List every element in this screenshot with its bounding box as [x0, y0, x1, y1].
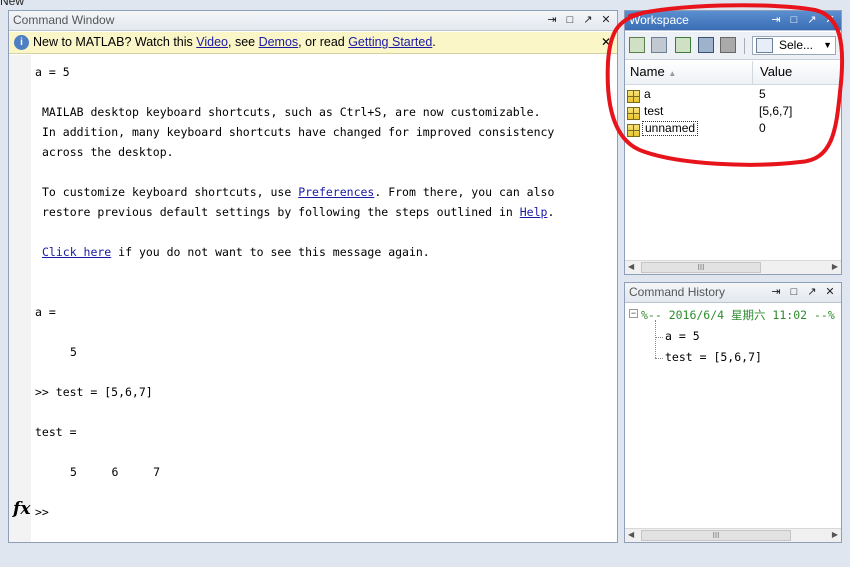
output-line: across the desktop.: [42, 145, 174, 159]
output-line: 5: [70, 345, 77, 359]
output-text: . From there, you can also: [374, 185, 555, 199]
tree-line: [655, 358, 663, 359]
dock-arrow-icon[interactable]: ↗: [805, 285, 819, 299]
command-output[interactable]: a = 5 MAILAB desktop keyboard shortcuts,…: [9, 55, 617, 542]
command-history-titlebar: Command History ⇥ □ ↗ ✕: [625, 283, 841, 303]
info-text: New to MATLAB? Watch this: [33, 35, 197, 49]
command-window: Command Window ⇥ □ ↗ ✕ i New to MATLAB? …: [8, 10, 618, 543]
output-line: a =: [35, 305, 56, 319]
help-link[interactable]: Help: [520, 205, 548, 219]
output-line: test =: [35, 425, 77, 439]
output-text: .: [547, 205, 555, 219]
close-icon[interactable]: ✕: [823, 285, 837, 299]
output-line: To customize keyboard shortcuts, use Pre…: [42, 185, 554, 199]
demos-link[interactable]: Demos: [259, 35, 299, 49]
scroll-thumb[interactable]: III: [641, 262, 761, 273]
info-icon: i: [14, 35, 29, 50]
output-line: 5 6 7: [70, 465, 161, 479]
info-bar: i New to MATLAB? Watch this Video, see D…: [9, 32, 617, 54]
scroll-thumb[interactable]: III: [641, 530, 791, 541]
undock-icon[interactable]: ⇥: [545, 13, 559, 27]
scroll-right-icon[interactable]: ▶: [832, 262, 838, 271]
output-line: a = 5: [35, 65, 70, 79]
output-line: MAILAB desktop keyboard shortcuts, such …: [42, 105, 541, 119]
command-history-title: Command History: [629, 285, 726, 299]
undock-icon[interactable]: ⇥: [769, 285, 783, 299]
output-line: Click here if you do not want to see thi…: [42, 245, 430, 259]
dock-arrow-icon[interactable]: ↗: [581, 13, 595, 27]
maximize-icon[interactable]: □: [787, 285, 801, 299]
info-text: , or read: [298, 35, 349, 49]
tree-line: [655, 337, 663, 338]
getting-started-link[interactable]: Getting Started: [348, 35, 432, 49]
history-entry[interactable]: a = 5: [665, 329, 700, 343]
tree-line: [655, 320, 656, 358]
output-text: To customize keyboard shortcuts, use: [42, 185, 299, 199]
info-text: , see: [228, 35, 259, 49]
command-window-titlebar: Command Window ⇥ □ ↗ ✕: [9, 11, 617, 31]
scroll-left-icon[interactable]: ◀: [628, 530, 634, 539]
collapse-icon[interactable]: −: [629, 309, 638, 318]
scroll-left-icon[interactable]: ◀: [628, 262, 634, 271]
command-prompt[interactable]: >>: [35, 505, 49, 519]
horizontal-scrollbar[interactable]: ◀ III ▶: [625, 260, 841, 274]
output-line: restore previous default settings by fol…: [42, 205, 554, 219]
command-window-title: Command Window: [13, 13, 115, 27]
output-text: if you do not want to see this message a…: [111, 245, 430, 259]
history-tree: − %-- 2016/6/4 星期六 11:02 --% a = 5 test …: [625, 304, 841, 528]
output-line: >> test = [5,6,7]: [35, 385, 153, 399]
command-history-panel: Command History ⇥ □ ↗ ✕ − %-- 2016/6/4 星…: [624, 282, 842, 543]
history-entry[interactable]: test = [5,6,7]: [665, 350, 762, 364]
history-session[interactable]: %-- 2016/6/4 星期六 11:02 --%: [641, 307, 835, 323]
output-text: restore previous default settings by fol…: [42, 205, 520, 219]
scroll-right-icon[interactable]: ▶: [832, 530, 838, 539]
preferences-link[interactable]: Preferences: [298, 185, 374, 199]
horizontal-scrollbar[interactable]: ◀ III ▶: [625, 528, 841, 542]
output-line: In addition, many keyboard shortcuts hav…: [42, 125, 555, 139]
fx-icon[interactable]: fx: [13, 499, 30, 519]
click-here-link[interactable]: Click here: [42, 245, 111, 259]
maximize-icon[interactable]: □: [563, 13, 577, 27]
annotation-circle: [605, 3, 845, 167]
annotation-stroke: [605, 3, 845, 167]
video-link[interactable]: Video: [196, 35, 228, 49]
menu-new[interactable]: New: [0, 0, 24, 8]
info-text: .: [432, 35, 436, 49]
